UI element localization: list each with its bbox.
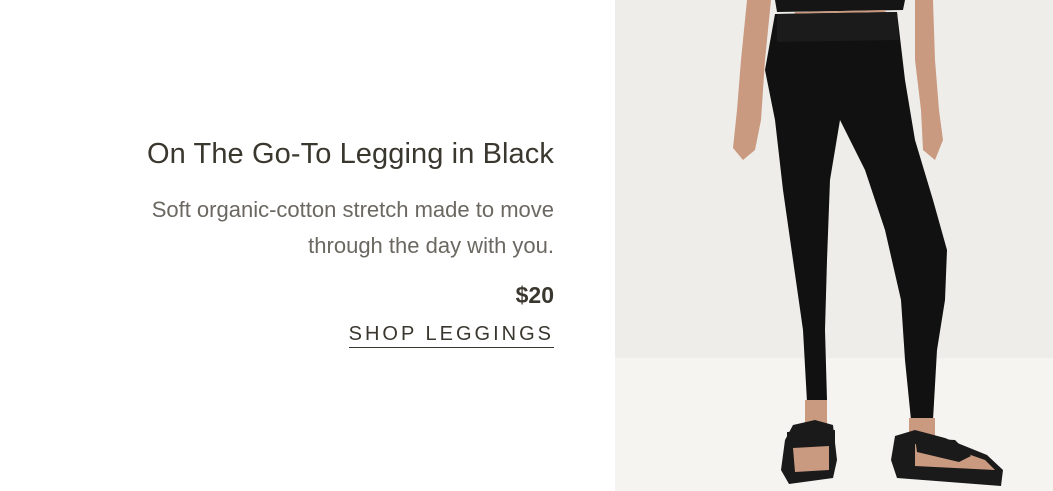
- product-description-line-2: through the day with you.: [308, 233, 554, 258]
- waistband: [777, 12, 899, 42]
- product-description-line-1: Soft organic-cotton stretch made to move: [151, 197, 554, 222]
- product-banner: On The Go-To Legging in Black Soft organ…: [0, 0, 1053, 491]
- model-illustration: [733, 0, 1003, 486]
- product-title: On The Go-To Legging in Black: [147, 138, 554, 170]
- product-price: $20: [515, 282, 554, 308]
- black-top: [775, 0, 905, 12]
- left-foot: [793, 446, 829, 472]
- right-arm: [915, 0, 943, 160]
- product-copy: On The Go-To Legging in Black Soft organ…: [14, 136, 554, 348]
- shop-leggings-link[interactable]: SHOP LEGGINGS: [348, 322, 554, 348]
- product-copy-panel: On The Go-To Legging in Black Soft organ…: [0, 0, 615, 491]
- product-image[interactable]: [615, 0, 1053, 491]
- product-description: Soft organic-cotton stretch made to move…: [14, 192, 554, 264]
- left-sandal-strap: [787, 430, 835, 446]
- left-arm: [733, 0, 771, 160]
